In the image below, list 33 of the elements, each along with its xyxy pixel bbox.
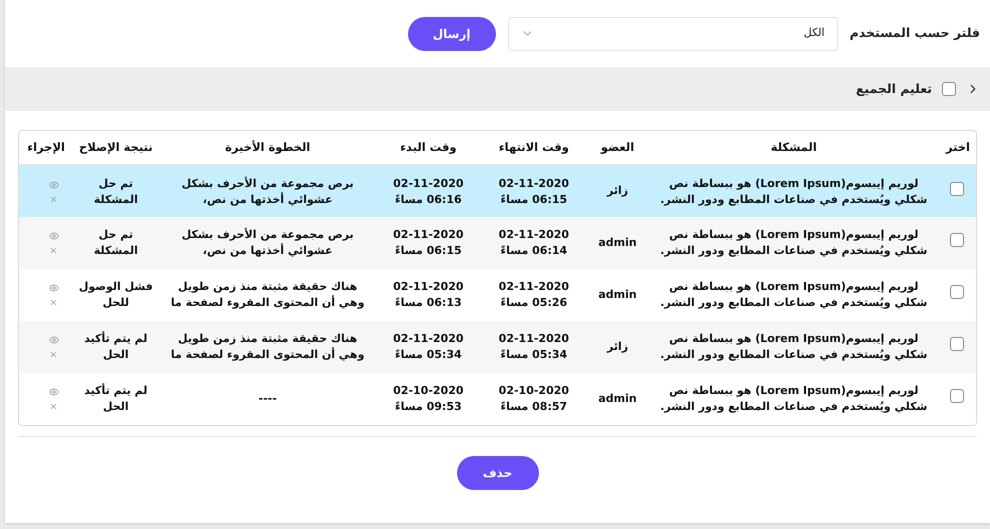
table-cell: ---- bbox=[258, 392, 277, 405]
delete-button[interactable]: حذف bbox=[456, 456, 538, 490]
table-cell: لوريم إيبسوم(Lorem Ipsum) هو ببساطة نص شكلي ويُستخدم في صناعات المطابع ودور النشر. bbox=[660, 332, 928, 361]
column-header: اختر bbox=[946, 140, 970, 154]
column-header: المشكلة bbox=[770, 140, 817, 154]
table-cell: برص مجموعة من الأحرف بشكل عشوائي أخذتها من نص، bbox=[182, 228, 354, 257]
table-cell: زائر bbox=[607, 340, 628, 353]
column-header: نتيجة الإصلاح bbox=[79, 140, 153, 154]
column-header: وقت الانتهاء bbox=[498, 140, 569, 154]
table-cell: لوريم إيبسوم(Lorem Ipsum) هو ببساطة نص شكلي ويُستخدم في صناعات المطابع ودور النشر. bbox=[660, 176, 928, 206]
table-cell: برص مجموعة من الأحرف بشكل عشوائي أخذتها من نص، bbox=[182, 176, 354, 206]
filter-label: فلتر حسب المستخدم bbox=[850, 24, 980, 42]
table-cell: فشل الوصول للحل bbox=[78, 280, 153, 309]
table-cell: admin bbox=[598, 392, 637, 405]
table-cell: admin bbox=[598, 236, 637, 249]
column-header: الخطوة الأخيرة bbox=[225, 140, 310, 154]
column-header: وقت البدء bbox=[400, 140, 457, 154]
table-cell: تم حل المشكلة bbox=[94, 228, 138, 257]
table-cell: تم حل المشكلة bbox=[94, 176, 138, 206]
table-cell: هناك حقيقة مثبتة منذ زمن طويل وهي أن المحتوى المقروء لصفحة ما bbox=[170, 332, 364, 361]
column-header: الإجراء bbox=[27, 140, 65, 154]
table-cell: زائر bbox=[607, 184, 628, 198]
column-header: العضو bbox=[600, 140, 634, 154]
table-cell: admin bbox=[598, 288, 637, 301]
table-cell: لوريم إيبسوم(Lorem Ipsum) هو ببساطة نص شكلي ويُستخدم في صناعات المطابع ودور النشر. bbox=[660, 228, 928, 257]
table-cell: لم يتم تأكيد الحل bbox=[84, 332, 148, 361]
table-cell: لوريم إيبسوم(Lorem Ipsum) هو ببساطة نص شكلي ويُستخدم في صناعات المطابع ودور النشر. bbox=[660, 384, 928, 413]
select-all-label: تعليم الجميع bbox=[856, 80, 932, 98]
table-cell: هناك حقيقة مثبتة منذ زمن طويل وهي أن المحتوى المقروء لصفحة ما bbox=[170, 280, 364, 309]
table-cell: لوريم إيبسوم(Lorem Ipsum) هو ببساطة نص شكلي ويُستخدم في صناعات المطابع ودور النشر. bbox=[660, 280, 928, 309]
table-cell: لم يتم تأكيد الحل bbox=[84, 384, 148, 413]
submit-button[interactable]: إرسال bbox=[408, 16, 496, 50]
user-select[interactable]: الكل bbox=[508, 16, 838, 50]
